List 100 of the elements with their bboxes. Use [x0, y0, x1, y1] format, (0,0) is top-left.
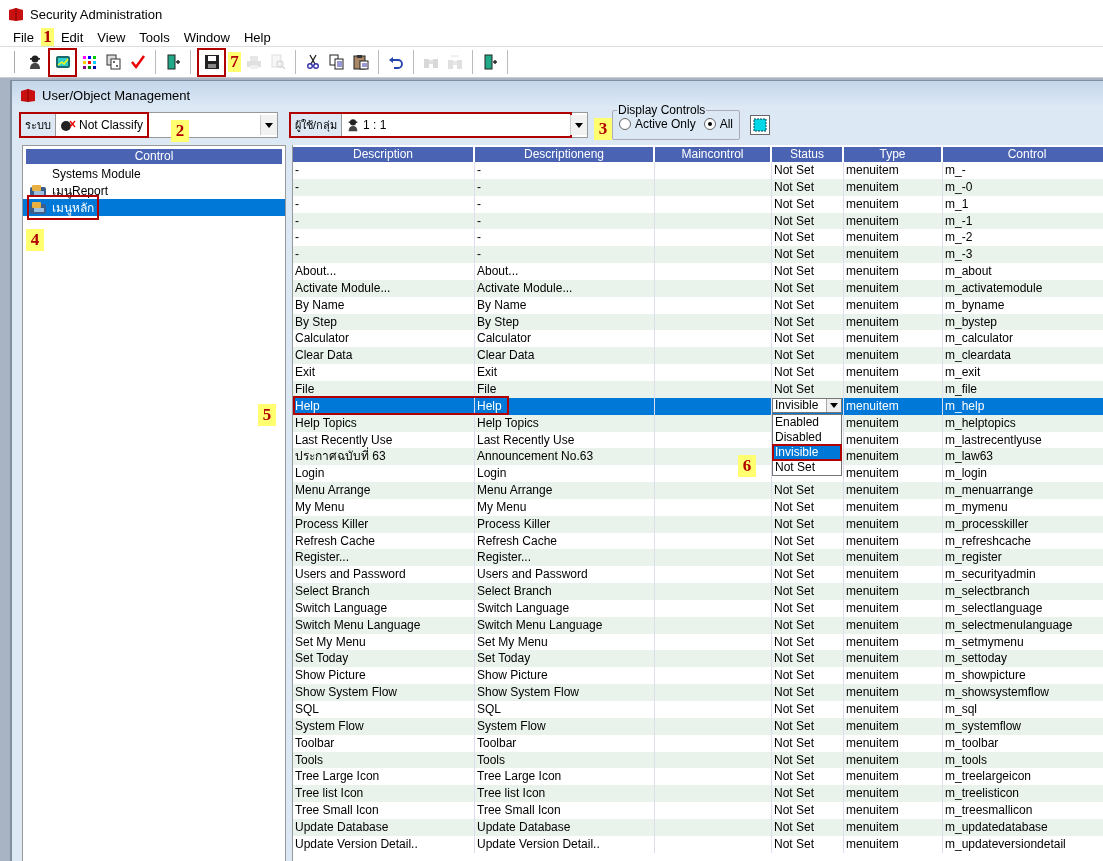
- table-cell: By Name: [293, 296, 475, 314]
- table-cell: menuitem: [844, 684, 943, 701]
- table-cell: menuitem: [844, 212, 943, 230]
- table-cell: menuitem: [844, 583, 943, 600]
- table-cell: Process Killer: [293, 515, 475, 533]
- step-number-badge: 5: [258, 404, 276, 426]
- table-cell: m_showsystemflow: [943, 684, 1103, 701]
- table-cell: m_file: [943, 380, 1103, 398]
- dropdown-option[interactable]: Enabled: [773, 414, 841, 430]
- door-exit-icon: [482, 54, 498, 70]
- table-cell: Update Version Detail..: [475, 835, 655, 853]
- table-cell: Not Set: [772, 178, 844, 196]
- color-swatch-button[interactable]: [750, 115, 771, 135]
- chart-icon: [54, 54, 71, 70]
- column-header[interactable]: Maincontrol: [655, 147, 772, 162]
- table-cell: Tree Small Icon: [475, 802, 655, 819]
- table-cell: Not Set: [772, 650, 844, 668]
- table-cell: -: [475, 162, 655, 179]
- table-cell: menuitem: [844, 701, 943, 718]
- document-stack-icon: [106, 54, 122, 70]
- toolbar-button[interactable]: [48, 47, 77, 77]
- table-cell: m_processkiller: [943, 515, 1103, 533]
- dropdown-option[interactable]: Not Set: [773, 459, 841, 475]
- user-icon: [27, 54, 43, 70]
- table-cell: menuitem: [844, 734, 943, 752]
- table-cell: m_-: [943, 162, 1103, 179]
- table-cell: Exit: [293, 364, 475, 381]
- table-cell: Toolbar: [475, 734, 655, 752]
- combo-label: ระบบ: [21, 114, 56, 136]
- table-cell: Not Set: [772, 212, 844, 230]
- table-cell: menuitem: [844, 397, 943, 415]
- table-cell: Tools: [293, 751, 475, 769]
- table-cell: Tree list Icon: [475, 785, 655, 803]
- column-header[interactable]: Type: [844, 147, 943, 162]
- table-cell: Not Set: [772, 347, 844, 365]
- table-cell: Not Set: [772, 599, 844, 617]
- radio-button[interactable]: [703, 118, 716, 130]
- table-cell: Select Branch: [475, 583, 655, 600]
- table-cell: m_helptopics: [943, 414, 1103, 432]
- column-header[interactable]: Description: [293, 147, 475, 162]
- step-number-badge: 4: [26, 229, 44, 251]
- table-cell: -: [475, 212, 655, 230]
- table-cell: m_selectlanguage: [943, 599, 1103, 617]
- table-cell: Not Set: [772, 195, 844, 213]
- table-cell: Clear Data: [293, 347, 475, 365]
- table-cell: -: [293, 162, 475, 179]
- table-cell: menuitem: [844, 785, 943, 803]
- table-cell: By Step: [293, 313, 475, 331]
- table-cell: menuitem: [844, 313, 943, 331]
- table-cell: menuitem: [844, 482, 943, 499]
- table-cell: menuitem: [844, 380, 943, 398]
- dropdown-option[interactable]: Disabled: [773, 429, 841, 445]
- table-cell: menuitem: [844, 549, 943, 567]
- step-number-badge: 2: [171, 120, 189, 142]
- table-cell: m_menuarrange: [943, 482, 1103, 499]
- step-number-badge: 3: [594, 118, 612, 140]
- table-cell: Not Set: [772, 751, 844, 769]
- menu-item[interactable]: File: [6, 29, 41, 45]
- undo-icon: [388, 54, 404, 70]
- menu-item[interactable]: Edit: [53, 29, 91, 45]
- tree-item[interactable]: Systems Module: [23, 165, 285, 182]
- dropdown-option[interactable]: Invisible: [773, 444, 841, 460]
- radio-button[interactable]: [619, 118, 631, 130]
- table-cell: m_updatedatabase: [943, 818, 1103, 836]
- radio-label[interactable]: Active Only: [635, 117, 696, 131]
- column-header[interactable]: Control: [943, 147, 1103, 162]
- table-cell: Tree Small Icon: [293, 802, 475, 819]
- table-cell: menuitem: [844, 802, 943, 819]
- table-cell: m_updateversiondetail: [943, 835, 1103, 853]
- table-cell: menuitem: [844, 279, 943, 297]
- radio-label[interactable]: All: [719, 117, 734, 131]
- table-cell: menuitem: [844, 448, 943, 466]
- table-cell: menuitem: [844, 178, 943, 196]
- menu-item[interactable]: Help: [236, 29, 278, 45]
- table-cell: Not Set: [772, 785, 844, 803]
- table-cell: menuitem: [844, 616, 943, 634]
- scissors-icon: [305, 54, 321, 70]
- toolbar-button[interactable]: [197, 47, 226, 77]
- table-cell: menuitem: [844, 818, 943, 836]
- table-cell: By Step: [475, 313, 655, 331]
- menu-item[interactable]: Tools: [132, 29, 177, 45]
- table-cell: menuitem: [844, 751, 943, 769]
- table-cell: Not Set: [772, 162, 844, 179]
- table-cell: Not Set: [772, 296, 844, 314]
- step-number-badge: 7: [228, 52, 241, 72]
- table-cell: Clear Data: [475, 347, 655, 365]
- table-cell: m_-0: [943, 178, 1103, 196]
- table-cell: menuitem: [844, 414, 943, 432]
- tree-item[interactable]: เมนูReport: [23, 182, 285, 199]
- table-cell: Not Set: [772, 364, 844, 381]
- column-header[interactable]: Status: [772, 147, 844, 162]
- table-cell: menuitem: [844, 263, 943, 280]
- table-cell: Menu Arrange: [293, 482, 475, 499]
- menu-item[interactable]: Window: [176, 29, 237, 45]
- menu-item[interactable]: View: [90, 29, 133, 45]
- table-cell: ประกาศฉบับที่ 63: [293, 448, 475, 466]
- table-cell: Register...: [293, 549, 475, 567]
- table-cell: Switch Menu Language: [293, 616, 475, 634]
- table-cell: Tree list Icon: [293, 785, 475, 803]
- column-header[interactable]: Descriptioneng: [475, 147, 655, 162]
